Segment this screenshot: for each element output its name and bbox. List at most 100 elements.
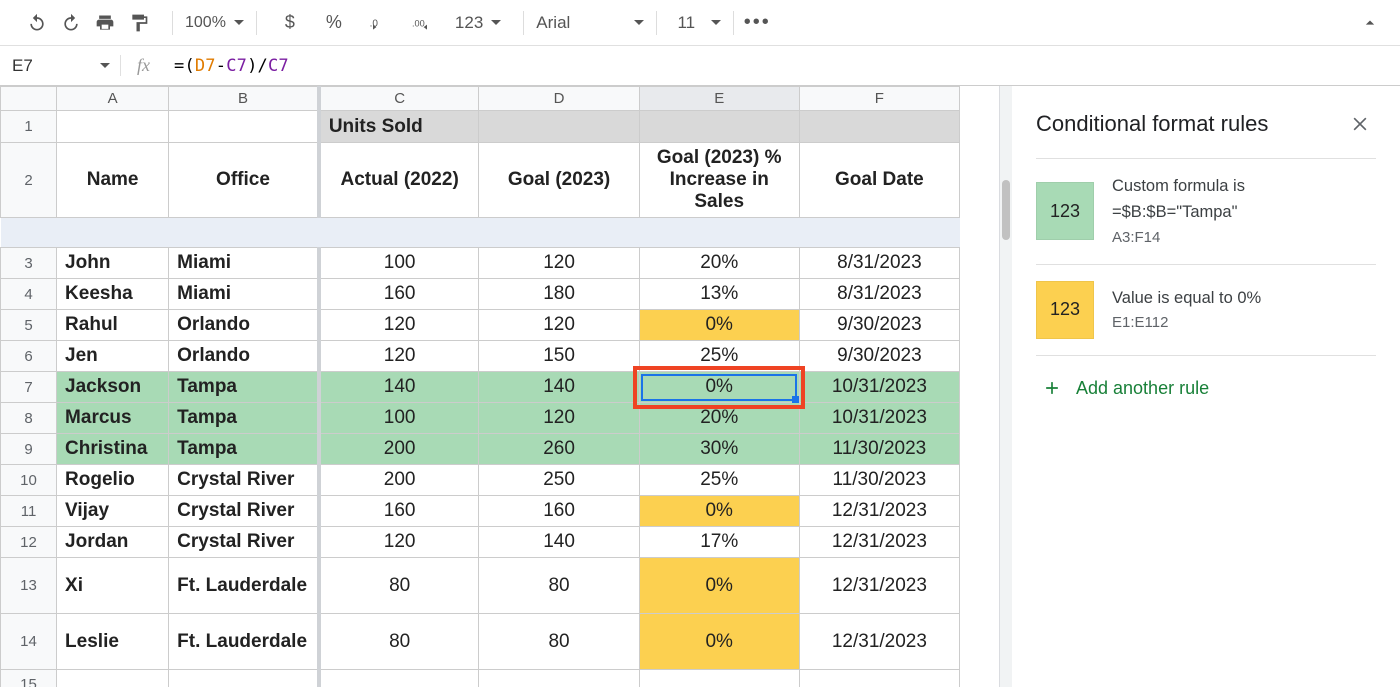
- cell[interactable]: 12/31/2023: [799, 496, 959, 527]
- spreadsheet-grid[interactable]: A B C D E F 1 Units Sold: [0, 86, 960, 687]
- cell[interactable]: Goal (2023) % Increase in Sales: [639, 143, 799, 218]
- cell[interactable]: 100: [319, 403, 479, 434]
- cell[interactable]: Actual (2022): [319, 143, 479, 218]
- table-row[interactable]: 2 Name Office Actual (2022) Goal (2023) …: [1, 143, 960, 218]
- cell[interactable]: 120: [479, 403, 639, 434]
- cell[interactable]: 17%: [639, 527, 799, 558]
- cell[interactable]: 140: [479, 527, 639, 558]
- row-header[interactable]: 8: [1, 403, 57, 434]
- cell[interactable]: 10/31/2023: [799, 372, 959, 403]
- table-row[interactable]: 7JacksonTampa1401400%10/31/2023: [1, 372, 960, 403]
- cell[interactable]: 0%: [639, 614, 799, 670]
- undo-button[interactable]: [20, 6, 54, 40]
- cell[interactable]: 80: [319, 614, 479, 670]
- name-box[interactable]: E7: [0, 56, 120, 76]
- format-rule-item[interactable]: 123Value is equal to 0%E1:E112: [1036, 264, 1376, 356]
- cell[interactable]: 9/30/2023: [799, 310, 959, 341]
- row-header[interactable]: 4: [1, 279, 57, 310]
- cell[interactable]: Units Sold: [319, 111, 479, 143]
- cell[interactable]: 12/31/2023: [799, 558, 959, 614]
- row-header[interactable]: 13: [1, 558, 57, 614]
- print-button[interactable]: [88, 6, 122, 40]
- cell[interactable]: Tampa: [169, 403, 319, 434]
- cell[interactable]: 250: [479, 465, 639, 496]
- table-row[interactable]: 13XiFt. Lauderdale80800%12/31/2023: [1, 558, 960, 614]
- currency-button[interactable]: $: [273, 6, 307, 40]
- formula-input[interactable]: =(D7-C7)/C7: [166, 56, 1400, 76]
- row-header[interactable]: 15: [1, 670, 57, 687]
- column-header-row[interactable]: A B C D E F: [1, 87, 960, 111]
- cell[interactable]: Jen: [57, 341, 169, 372]
- table-row[interactable]: 1 Units Sold: [1, 111, 960, 143]
- decrease-decimal-button[interactable]: .0: [361, 6, 395, 40]
- cell[interactable]: 120: [319, 527, 479, 558]
- row-header[interactable]: 5: [1, 310, 57, 341]
- table-row[interactable]: 15: [1, 670, 960, 687]
- zoom-dropdown[interactable]: 100%: [179, 14, 250, 32]
- col-header[interactable]: C: [319, 87, 479, 111]
- cell[interactable]: 0%: [639, 558, 799, 614]
- cell[interactable]: 120: [479, 310, 639, 341]
- cell[interactable]: Miami: [169, 248, 319, 279]
- increase-decimal-button[interactable]: .00: [405, 6, 439, 40]
- cell[interactable]: Tampa: [169, 434, 319, 465]
- table-row[interactable]: 8MarcusTampa10012020%10/31/2023: [1, 403, 960, 434]
- cell[interactable]: Rahul: [57, 310, 169, 341]
- table-row[interactable]: 9ChristinaTampa20026030%11/30/2023: [1, 434, 960, 465]
- col-header[interactable]: E: [639, 87, 799, 111]
- cell[interactable]: 100: [319, 248, 479, 279]
- row-header[interactable]: 2: [1, 143, 57, 218]
- row-header[interactable]: 1: [1, 111, 57, 143]
- col-header[interactable]: B: [169, 87, 319, 111]
- cell[interactable]: 80: [319, 558, 479, 614]
- add-rule-button[interactable]: Add another rule: [1036, 356, 1376, 421]
- font-family-dropdown[interactable]: Arial: [530, 13, 650, 33]
- cell[interactable]: 11/30/2023: [799, 434, 959, 465]
- cell[interactable]: 13%: [639, 279, 799, 310]
- cell[interactable]: 12/31/2023: [799, 614, 959, 670]
- cell[interactable]: 80: [479, 614, 639, 670]
- cell[interactable]: Jordan: [57, 527, 169, 558]
- cell[interactable]: Orlando: [169, 310, 319, 341]
- cell[interactable]: 25%: [639, 465, 799, 496]
- cell[interactable]: Crystal River: [169, 496, 319, 527]
- cell[interactable]: Xi: [57, 558, 169, 614]
- row-header[interactable]: 3: [1, 248, 57, 279]
- cell[interactable]: Crystal River: [169, 465, 319, 496]
- table-row[interactable]: 11VijayCrystal River1601600%12/31/2023: [1, 496, 960, 527]
- row-header[interactable]: 6: [1, 341, 57, 372]
- cell[interactable]: John: [57, 248, 169, 279]
- cell[interactable]: Ft. Lauderdale: [169, 614, 319, 670]
- row-header[interactable]: 10: [1, 465, 57, 496]
- cell[interactable]: 160: [479, 496, 639, 527]
- cell[interactable]: 10/31/2023: [799, 403, 959, 434]
- cell[interactable]: 8/31/2023: [799, 279, 959, 310]
- cell[interactable]: Keesha: [57, 279, 169, 310]
- cell[interactable]: Office: [169, 143, 319, 218]
- cell[interactable]: Tampa: [169, 372, 319, 403]
- cell[interactable]: 0%: [639, 372, 799, 403]
- table-row[interactable]: 14LeslieFt. Lauderdale80800%12/31/2023: [1, 614, 960, 670]
- cell[interactable]: 140: [319, 372, 479, 403]
- cell[interactable]: 0%: [639, 310, 799, 341]
- cell[interactable]: Goal (2023): [479, 143, 639, 218]
- row-header[interactable]: 7: [1, 372, 57, 403]
- cell[interactable]: 20%: [639, 403, 799, 434]
- cell[interactable]: Orlando: [169, 341, 319, 372]
- row-header[interactable]: 9: [1, 434, 57, 465]
- cell[interactable]: 120: [479, 248, 639, 279]
- cell[interactable]: 150: [479, 341, 639, 372]
- cell[interactable]: 260: [479, 434, 639, 465]
- vertical-scrollbar[interactable]: [1000, 86, 1012, 687]
- cell[interactable]: 200: [319, 434, 479, 465]
- cell[interactable]: Jackson: [57, 372, 169, 403]
- more-toolbar-button[interactable]: •••: [740, 6, 774, 40]
- cell[interactable]: 160: [319, 496, 479, 527]
- cell[interactable]: Vijay: [57, 496, 169, 527]
- row-header[interactable]: 12: [1, 527, 57, 558]
- cell[interactable]: 12/31/2023: [799, 527, 959, 558]
- collapse-toolbar-button[interactable]: [1350, 13, 1390, 33]
- cell[interactable]: 8/31/2023: [799, 248, 959, 279]
- table-row[interactable]: 4KeeshaMiami16018013%8/31/2023: [1, 279, 960, 310]
- cell[interactable]: 9/30/2023: [799, 341, 959, 372]
